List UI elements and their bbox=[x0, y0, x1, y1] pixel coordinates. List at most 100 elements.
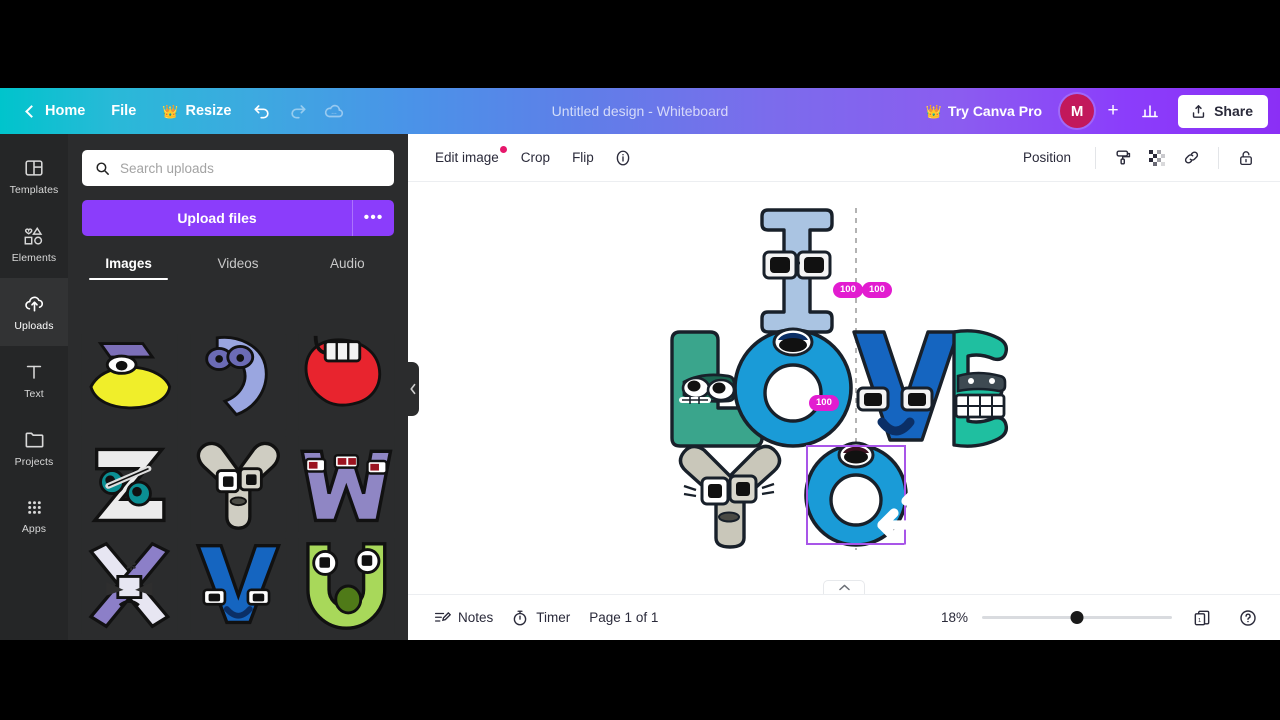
upload-files-button[interactable]: Upload files bbox=[82, 200, 352, 236]
upload-thumb-u[interactable] bbox=[295, 538, 398, 634]
edit-image-new-badge bbox=[499, 146, 507, 153]
spacing-badge-value: 100 bbox=[840, 284, 856, 295]
notes-icon bbox=[434, 611, 451, 622]
crop-button[interactable]: Crop bbox=[512, 144, 559, 171]
letter-Y[interactable] bbox=[678, 444, 782, 549]
help-button[interactable] bbox=[1232, 603, 1264, 633]
spacing-badge[interactable]: 100 bbox=[809, 395, 839, 411]
more-dots-icon: ••• bbox=[363, 209, 384, 226]
upload-thumb-y[interactable] bbox=[187, 436, 290, 532]
notes-button[interactable]: Notes bbox=[424, 603, 502, 633]
lock-button[interactable] bbox=[1230, 143, 1262, 173]
page-indicator-label: Page 1 of 1 bbox=[589, 610, 659, 625]
add-collaborator-button[interactable]: + bbox=[1100, 96, 1126, 126]
canvas-area[interactable]: 100 100 100 bbox=[408, 182, 1280, 594]
edit-image-button[interactable]: Edit image bbox=[426, 144, 508, 171]
uploads-cloud-icon bbox=[24, 296, 43, 312]
tab-audio[interactable]: Audio bbox=[293, 250, 402, 280]
sidebar-item-label: Elements bbox=[11, 251, 57, 264]
info-icon bbox=[616, 150, 630, 165]
folder-icon bbox=[25, 432, 43, 448]
upload-files-label: Upload files bbox=[177, 210, 257, 226]
zoom-slider-thumb[interactable] bbox=[1070, 611, 1084, 624]
left-rail: Templates Elements Uploads Text Projects… bbox=[0, 134, 68, 640]
search-icon bbox=[96, 161, 109, 175]
zoom-slider[interactable] bbox=[982, 610, 1172, 626]
crown-icon: 👑 bbox=[162, 103, 179, 119]
share-upload-icon bbox=[1192, 104, 1205, 118]
upload-thumb-z[interactable] bbox=[78, 436, 181, 532]
pages-view-button[interactable]: 1 bbox=[1186, 603, 1218, 633]
avatar[interactable]: M bbox=[1060, 94, 1095, 128]
selection-box[interactable] bbox=[806, 445, 959, 566]
share-label: Share bbox=[1214, 103, 1253, 119]
sidebar-item-apps[interactable]: Apps bbox=[0, 482, 68, 550]
canva-editor-window: Home File 👑 Resize Untitled design - Whi… bbox=[0, 0, 1280, 720]
letter-I[interactable] bbox=[760, 208, 834, 334]
zoom-percentage-label: 18% bbox=[940, 610, 968, 625]
transparency-button[interactable] bbox=[1141, 143, 1173, 173]
resize-button[interactable]: 👑 Resize bbox=[149, 96, 244, 126]
tab-videos[interactable]: Videos bbox=[183, 250, 292, 280]
link-button[interactable] bbox=[1175, 143, 1207, 173]
timer-button[interactable]: Timer bbox=[502, 603, 579, 633]
flip-label: Flip bbox=[572, 150, 594, 165]
search-input[interactable] bbox=[120, 160, 382, 176]
upload-thumb-yellow[interactable] bbox=[78, 334, 181, 430]
zoom-percentage[interactable]: 18% bbox=[934, 610, 968, 625]
chevron-up-icon bbox=[838, 584, 850, 591]
top-toolbar-left: Home File 👑 Resize bbox=[0, 94, 352, 128]
undo-button[interactable] bbox=[244, 94, 280, 128]
file-menu-button[interactable]: File bbox=[98, 96, 149, 126]
upload-thumb-blue[interactable] bbox=[187, 334, 290, 430]
upload-more-options-button[interactable]: ••• bbox=[352, 200, 394, 236]
analytics-button[interactable] bbox=[1132, 94, 1168, 128]
sidebar-item-elements[interactable]: Elements bbox=[0, 210, 68, 278]
sidebar-item-uploads[interactable]: Uploads bbox=[0, 278, 68, 346]
uploads-tabs: Images Videos Audio bbox=[68, 250, 408, 280]
upload-thumb-v[interactable] bbox=[187, 538, 290, 634]
collapse-panel-handle[interactable] bbox=[406, 362, 419, 416]
design-artboard bbox=[658, 200, 1018, 566]
paint-roller-icon bbox=[1115, 150, 1130, 165]
copy-style-button[interactable] bbox=[1107, 143, 1139, 173]
upload-thumb-w[interactable] bbox=[295, 436, 398, 532]
collapse-bottom-bar-button[interactable] bbox=[823, 580, 865, 594]
cloud-saved-icon bbox=[325, 104, 344, 118]
cloud-save-status[interactable] bbox=[316, 94, 352, 128]
info-button[interactable] bbox=[607, 143, 639, 173]
spacing-badge[interactable]: 100 bbox=[862, 282, 892, 298]
whiteboard-page[interactable]: 100 100 100 bbox=[408, 182, 1280, 594]
redo-button[interactable] bbox=[280, 94, 316, 128]
upload-thumb-red[interactable] bbox=[295, 334, 398, 430]
position-button[interactable]: Position bbox=[1014, 144, 1080, 171]
redo-icon bbox=[291, 105, 306, 119]
letter-E[interactable] bbox=[952, 329, 1009, 448]
search-uploads-field[interactable] bbox=[82, 150, 394, 186]
elements-icon bbox=[24, 226, 43, 245]
home-button[interactable]: Home bbox=[14, 96, 98, 126]
position-label: Position bbox=[1022, 150, 1071, 165]
tab-images[interactable]: Images bbox=[74, 250, 183, 280]
letter-O[interactable] bbox=[733, 327, 853, 448]
sidebar-item-text[interactable]: Text bbox=[0, 346, 68, 414]
application-window: Home File 👑 Resize Untitled design - Whi… bbox=[0, 88, 1280, 640]
letter-V[interactable] bbox=[852, 330, 960, 442]
sidebar-item-projects[interactable]: Projects bbox=[0, 414, 68, 482]
upload-thumb-x[interactable]: ✻ bbox=[78, 538, 181, 634]
text-icon bbox=[26, 365, 42, 379]
document-title-text[interactable]: Untitled design - Whiteboard bbox=[552, 103, 729, 119]
home-label: Home bbox=[45, 103, 86, 119]
toolbar-divider bbox=[1218, 146, 1219, 169]
try-canva-pro-button[interactable]: 👑 Try Canva Pro bbox=[914, 96, 1054, 126]
toolbar-divider bbox=[1095, 146, 1096, 169]
flip-button[interactable]: Flip bbox=[563, 144, 603, 171]
help-icon bbox=[1240, 609, 1256, 626]
sidebar-item-templates[interactable]: Templates bbox=[0, 142, 68, 210]
spacing-badge[interactable]: 100 bbox=[833, 282, 863, 298]
edit-image-label: Edit image bbox=[435, 150, 499, 165]
share-button[interactable]: Share bbox=[1178, 94, 1268, 128]
tab-label: Audio bbox=[330, 256, 365, 271]
chevron-left-icon bbox=[409, 383, 415, 395]
timer-label: Timer bbox=[536, 610, 571, 625]
